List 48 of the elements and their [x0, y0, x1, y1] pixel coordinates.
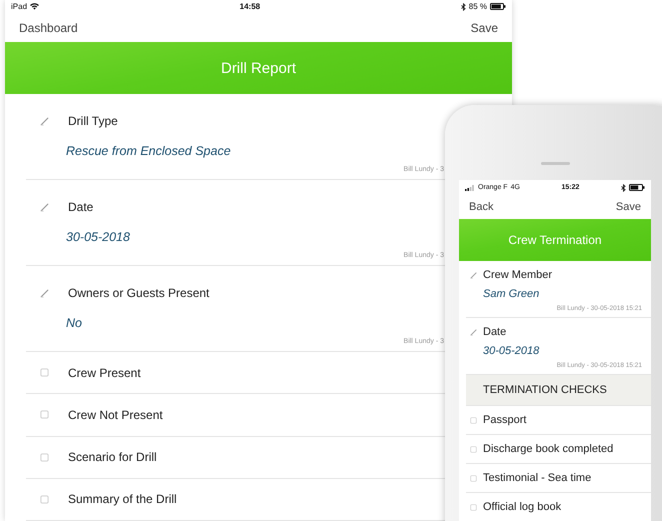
battery-percent: 85 % [468, 2, 487, 12]
field-label: Crew Present [68, 364, 141, 381]
pencil-icon [470, 272, 477, 279]
field-label: Date [483, 326, 506, 339]
field-label: Discharge book completed [483, 442, 614, 456]
checkbox-icon[interactable] [40, 494, 49, 504]
checkbox-icon[interactable] [470, 504, 477, 510]
field-label: Drill Type [68, 113, 118, 130]
pencil-icon [40, 202, 49, 212]
bluetooth-icon [620, 184, 626, 192]
field-value[interactable]: 30-05-2018 [483, 345, 540, 358]
device-name: iPad [11, 2, 28, 12]
checkbox-icon[interactable] [470, 446, 477, 452]
save-button[interactable]: Save [470, 20, 498, 35]
field-label: Official log book [483, 500, 562, 514]
field-label: Crew Member [483, 269, 552, 282]
section-title: TERMINATION CHECKS [482, 384, 608, 396]
field-value[interactable]: 30-05-2018 [66, 229, 130, 246]
save-button[interactable]: Save [616, 201, 641, 213]
checkbox-icon[interactable] [40, 368, 49, 378]
speaker-grille [541, 162, 570, 165]
field-label: Scenario for Drill [68, 449, 157, 466]
wifi-icon [30, 3, 40, 10]
back-button[interactable]: Back [469, 201, 494, 213]
bluetooth-icon [460, 2, 466, 11]
page-title: Crew Termination [508, 233, 602, 247]
signal-icon [465, 184, 475, 190]
pencil-icon [470, 329, 477, 336]
field-label: Passport [483, 414, 526, 426]
battery-icon [490, 3, 506, 10]
field-value[interactable]: No [66, 315, 82, 332]
field-value[interactable]: Rescue from Enclosed Space [66, 143, 231, 160]
field-label: Summary of the Drill [68, 491, 177, 508]
status-time: 14:58 [240, 2, 260, 12]
field-label: Owners or Guests Present [68, 285, 210, 302]
pencil-icon [40, 116, 49, 126]
pencil-icon [40, 288, 49, 298]
field-label: Testimonial - Sea time [483, 472, 592, 484]
checkbox-icon[interactable] [40, 410, 49, 420]
field-value[interactable]: Sam Green [483, 288, 540, 301]
field-label: Crew Not Present [68, 406, 163, 423]
checkbox-icon[interactable] [470, 416, 477, 424]
field-label: Date [68, 199, 94, 216]
page-title: Drill Report [220, 60, 296, 77]
back-button[interactable]: Dashboard [19, 20, 78, 35]
checkbox-icon[interactable] [470, 474, 477, 482]
checkbox-icon[interactable] [40, 452, 49, 462]
battery-icon [628, 184, 645, 191]
